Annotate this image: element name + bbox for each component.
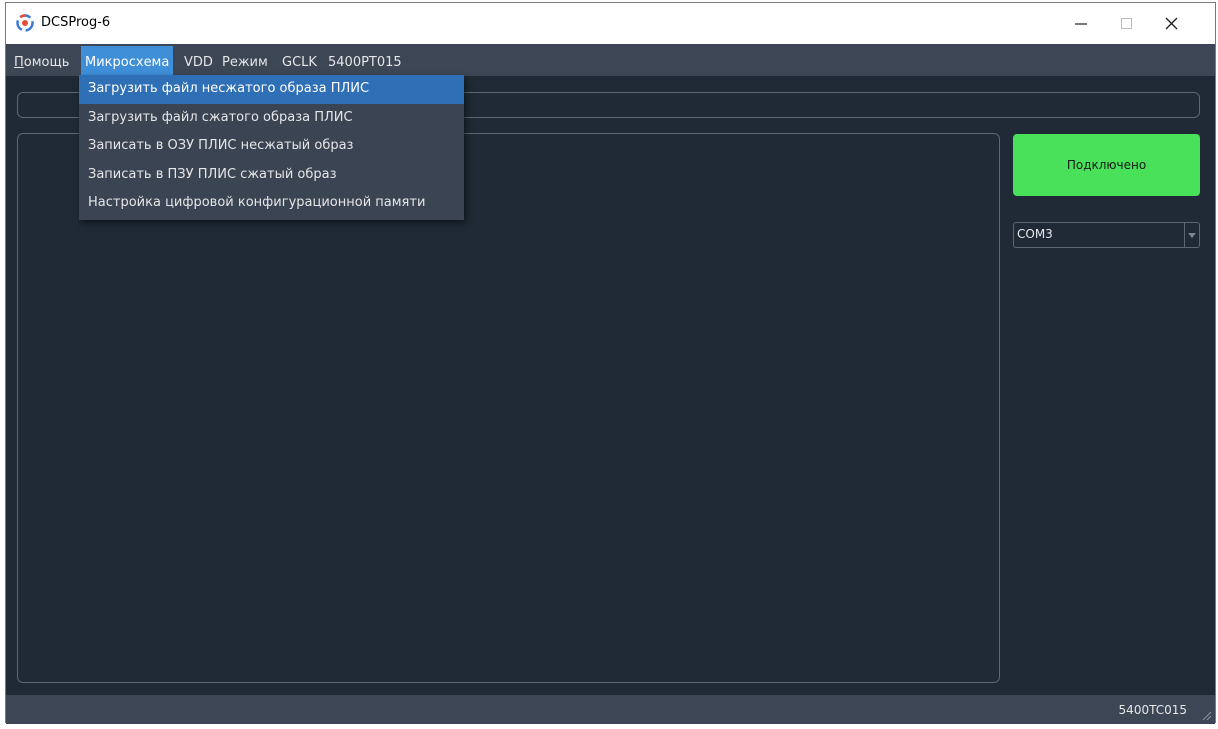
close-button[interactable] <box>1148 3 1194 44</box>
app-logo-icon <box>16 14 34 32</box>
menu-item-write-rom[interactable]: Записать в ПЗУ ПЛИС сжатый образ <box>79 161 464 190</box>
chevron-down-icon <box>1188 232 1196 238</box>
chip-menu-dropdown: Загрузить файл несжатого образа ПЛИС Заг… <box>79 75 464 220</box>
menu-help[interactable]: Помощь <box>12 52 71 74</box>
menu-item-load-uncompressed[interactable]: Загрузить файл несжатого образа ПЛИС <box>79 75 464 104</box>
status-bar: 5400TC015 <box>6 695 1215 724</box>
port-select-arrow[interactable] <box>1184 223 1199 247</box>
menu-help-label: омощь <box>23 55 70 70</box>
maximize-icon <box>1120 18 1132 29</box>
menu-help-mnemonic: П <box>14 55 24 70</box>
connect-button[interactable]: Подключено <box>1013 134 1200 196</box>
menu-bar: Помощь Микросхема VDD Режим GCLK 5400РТ0… <box>6 44 1215 76</box>
maximize-button[interactable] <box>1103 3 1149 44</box>
menu-mode[interactable]: Режим <box>220 52 270 74</box>
port-select-value: COM3 <box>1017 227 1053 241</box>
close-icon <box>1165 17 1177 30</box>
minimize-icon <box>1075 22 1087 25</box>
minimize-button[interactable] <box>1058 3 1104 44</box>
title-bar: DCSProg-6 <box>6 3 1215 44</box>
resize-grip-icon[interactable] <box>1200 709 1212 721</box>
port-select[interactable]: COM3 <box>1013 222 1200 248</box>
menu-item-write-ram[interactable]: Записать в ОЗУ ПЛИС несжатый образ <box>79 132 464 161</box>
status-device-label: 5400TC015 <box>1118 703 1187 717</box>
menu-device[interactable]: 5400РТ015 <box>326 52 404 74</box>
menu-vdd[interactable]: VDD <box>182 52 215 74</box>
menu-gclk[interactable]: GCLK <box>280 52 319 74</box>
window-title: DCSProg-6 <box>41 15 111 30</box>
menu-item-load-compressed[interactable]: Загрузить файл сжатого образа ПЛИС <box>79 104 464 133</box>
menu-item-config-memory[interactable]: Настройка цифровой конфигурационной памя… <box>79 189 464 218</box>
menu-chip[interactable]: Микросхема <box>81 46 174 76</box>
connect-button-label: Подключено <box>1066 158 1147 172</box>
